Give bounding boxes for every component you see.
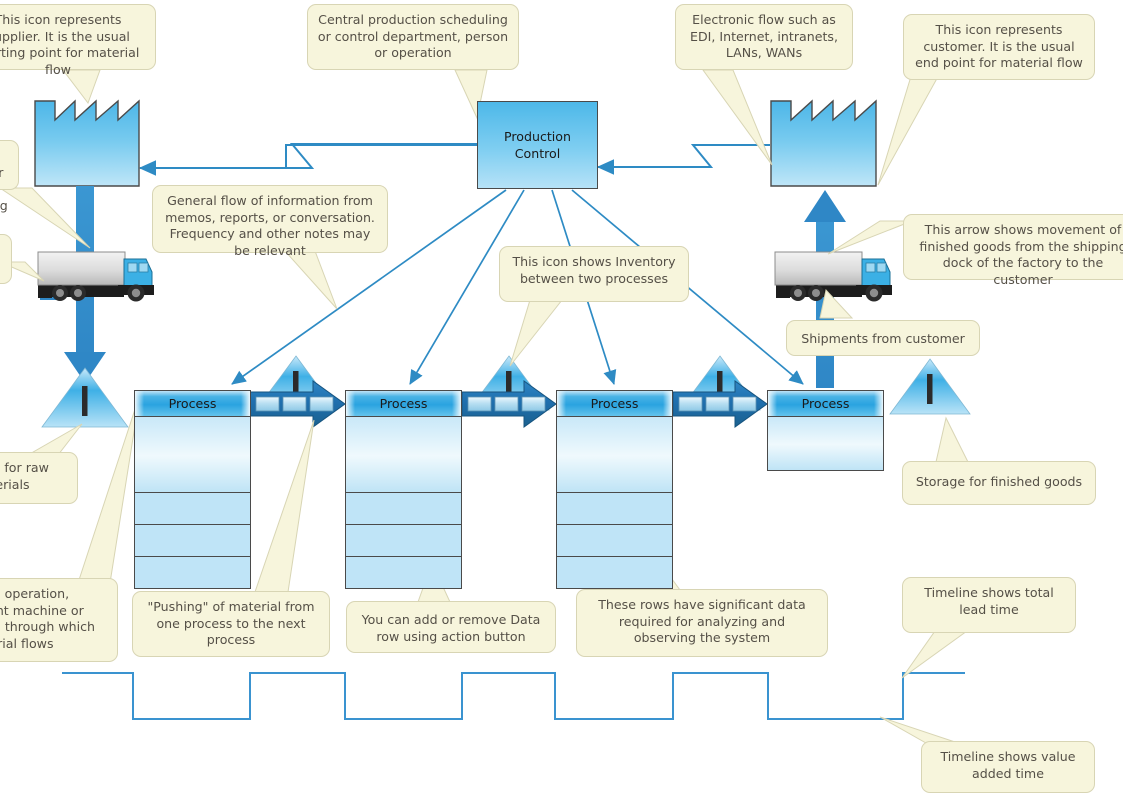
note-supplier: This icon represents Supplier. It is the… <box>0 4 156 77</box>
inventory-raw-icon <box>41 367 129 428</box>
note-add-remove-row: You can add or remove Data row using act… <box>346 601 556 653</box>
process-4-header: Process <box>767 390 884 417</box>
inventory-finished-icon <box>889 358 971 415</box>
value-stream-map-canvas: Production Control Process Process Proce… <box>0 0 1123 794</box>
process-4-data-area[interactable] <box>767 417 884 471</box>
process-2-row-3[interactable] <box>345 557 462 589</box>
production-control-box[interactable]: Production Control <box>477 101 598 189</box>
inbound-truck-icon <box>37 251 154 302</box>
note-customer: This icon represents customer. It is the… <box>903 14 1095 80</box>
note-process-description: Process, operation, department machine o… <box>0 578 118 662</box>
note-production-control: Central production scheduling or control… <box>307 4 519 70</box>
process-box-2[interactable]: Process <box>345 390 462 589</box>
note-value-added-time: Timeline shows value added time <box>921 741 1095 793</box>
electronic-flow-arrow-left <box>287 143 477 169</box>
note-inventory: This icon shows Inventory between two pr… <box>499 246 689 302</box>
process-1-row-1[interactable] <box>134 493 251 525</box>
process-1-data-area[interactable] <box>134 417 251 493</box>
process-3-row-2[interactable] <box>556 525 673 557</box>
production-control-label-line1: Production <box>503 129 571 144</box>
process-2-data-area[interactable] <box>345 417 462 493</box>
note-pushing: "Pushing" of material from one process t… <box>132 591 330 657</box>
process-box-4[interactable]: Process <box>767 390 884 471</box>
process-1-row-3[interactable] <box>134 557 251 589</box>
electronic-flow-arrow-right <box>596 144 770 175</box>
process-box-3[interactable]: Process <box>556 390 673 589</box>
note-truck-shipment: Truck shipment <box>0 234 12 284</box>
process-box-1[interactable]: Process <box>134 390 251 589</box>
note-finished-storage: Storage for finished goods <box>902 461 1096 505</box>
process-3-data-area[interactable] <box>556 417 673 493</box>
process-2-row-1[interactable] <box>345 493 462 525</box>
note-finished-goods-arrow: This arrow shows movement of finished go… <box>903 214 1123 287</box>
process-1-header: Process <box>134 390 251 417</box>
process-3-header: Process <box>556 390 673 417</box>
note-electronic-flow: Electronic flow such as EDI, Internet, i… <box>675 4 853 70</box>
note-lead-time: Timeline shows total lead time <box>902 577 1076 633</box>
process-3-row-1[interactable] <box>556 493 673 525</box>
note-shipments-to-manufacturing: Shipments from supplier to manufacturing <box>0 140 19 213</box>
process-2-header: Process <box>345 390 462 417</box>
note-significant-data: These rows have significant data require… <box>576 589 828 657</box>
process-2-row-2[interactable] <box>345 525 462 557</box>
outbound-truck-icon <box>774 251 892 302</box>
timeline-square-wave <box>62 672 965 720</box>
production-control-label-line2: Control <box>514 146 561 161</box>
process-1-row-2[interactable] <box>134 525 251 557</box>
process-3-row-3[interactable] <box>556 557 673 589</box>
supplier-factory-icon <box>34 99 140 187</box>
customer-factory-icon <box>770 99 877 187</box>
note-raw-storage: Storage for raw materials <box>0 452 78 504</box>
note-general-info-flow: General flow of information from memos, … <box>152 185 388 258</box>
note-shipments-from-customer: Shipments from customer <box>786 320 980 356</box>
